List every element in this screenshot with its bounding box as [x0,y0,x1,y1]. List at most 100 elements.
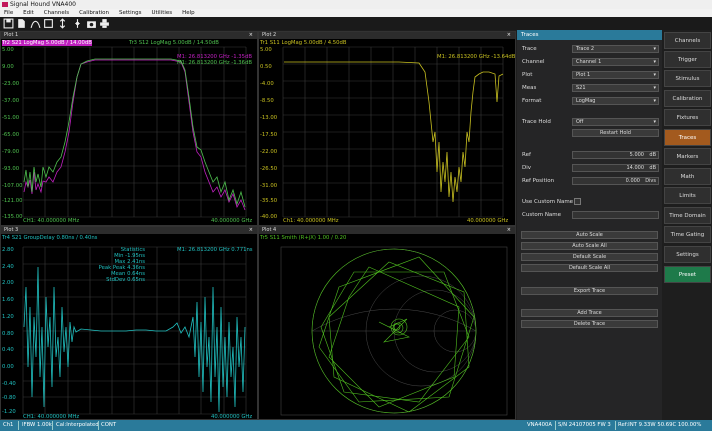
trace-4-line [23,266,246,413]
div-label: Div [522,165,532,171]
meas-field-label: Meas [522,85,537,91]
channel-field-label: Channel [522,59,545,65]
plot-1-ytick: -23.00 [2,81,20,87]
plot-3-stats-stddev: StdDev 0.65ns [106,277,145,283]
menu-edit[interactable]: Edit [19,9,38,17]
plot-1-start-freq: CH1: 40.000000 MHz [23,218,80,224]
sidebar-preset[interactable]: Preset [664,266,711,283]
chevron-down-icon: ▾ [653,59,656,65]
status-ifbw: IFBW 1.00k [22,422,52,428]
menu-help[interactable]: Help [178,9,199,17]
chevron-down-icon: ▾ [653,72,656,78]
plot-4-trace-label[interactable]: Tr5 S11 Smith (R+jX) 1.00 / 0.20 [260,235,346,241]
plot-1-ytick: -107.00 [2,183,23,189]
custom-name-input[interactable] [572,211,659,219]
delete-trace-button[interactable]: Delete Trace [521,320,658,328]
plot-1-trace2-label[interactable]: Tr2 S21 LogMag 5.00dB / 14.00dB [2,40,92,46]
plot-1-ytick: -135.00 [2,214,23,220]
traces-panel: Traces Trace Trace 2 ▾ Channel Channel 1 ▾… [517,30,662,420]
default-scale-button[interactable]: Default Scale [521,253,658,261]
sidebar-markers[interactable]: Markers [664,148,711,165]
channel-select[interactable]: Channel 1 ▾ [572,58,659,66]
plot-select[interactable]: Plot 1 ▾ [572,71,659,79]
sidebar-time-domain[interactable]: Time Domain [664,207,711,224]
ref-input[interactable]: 5.000 dB [572,151,659,159]
menu-bar: File Edit Channels Calibration Settings … [0,9,712,17]
custom-name-label: Custom Name [522,212,562,218]
status-cal: Cal:Interpolated [56,422,99,428]
sidebar-calibration[interactable]: Calibration [664,90,711,107]
plot-3-ytick: -1.20 [2,409,16,415]
camera-icon[interactable] [86,18,97,29]
menu-channels[interactable]: Channels [40,9,73,17]
sidebar-fixtures[interactable]: Fixtures [664,109,711,126]
plot-2[interactable]: Plot 2 × Tr1 S11 LogMag 5.00dB / 4.50dB M… [258,31,516,226]
plot-3-ytick: 1.20 [2,314,14,320]
menu-file[interactable]: File [0,9,17,17]
trace-2-line [23,59,246,211]
sidebar-trigger[interactable]: Trigger [664,51,711,68]
curve-icon[interactable] [30,18,41,29]
chevron-down-icon: ▾ [653,98,656,104]
plot-4[interactable]: Plot 4 × Tr5 S11 Smith (R+jX) 1.00 / 0.20 [258,226,516,420]
export-trace-button[interactable]: Export Trace [521,287,658,295]
auto-scale-all-button[interactable]: Auto Scale All [521,242,658,250]
trace-field-label: Trace [522,46,537,52]
meas-select[interactable]: S21 ▾ [572,84,659,92]
sidebar-channels[interactable]: Channels [664,32,711,49]
plot-1-ytick: -93.00 [2,166,20,172]
default-scale-all-button[interactable]: Default Scale All [521,264,658,272]
plot-1-ytick: -79.00 [2,149,20,155]
marker-icon[interactable] [57,18,68,29]
sidebar-math[interactable]: Math [664,168,711,185]
traces-panel-title: Traces [517,30,662,40]
plot-2-ytick: -4.00 [260,81,274,87]
sidebar-settings[interactable]: Settings [664,246,711,263]
menu-calibration[interactable]: Calibration [75,9,113,17]
plot-1-ytick: 9.00 [2,64,14,70]
plot-2-ytick: 5.00 [260,47,272,53]
plot-1-marker-2: M1: 26.813200 GHz -1.36dB [177,60,252,66]
use-custom-name-checkbox[interactable] [574,198,581,205]
plot-2-ytick: -26.50 [260,166,278,172]
plot-2-stop-freq: 40.000000 GHz [467,218,509,224]
ref-position-input[interactable]: 0.000 Divs [572,177,659,185]
move-icon[interactable] [72,18,83,29]
menu-utilities[interactable]: Utilities [147,9,176,17]
print-icon[interactable] [99,18,110,29]
status-channel: Ch1 [3,422,14,428]
ref-position-label: Ref Position [522,178,555,184]
plot-2-ytick: -40.00 [260,214,278,220]
div-input[interactable]: 14.000 dB [572,164,659,172]
chevron-down-icon: ▾ [653,85,656,91]
menu-settings[interactable]: Settings [115,9,146,17]
restart-hold-button[interactable]: Restart Hold [572,129,659,137]
plot-3[interactable]: Plot 3 × Tr4 S21 GroupDelay 0.80ns / 0.40… [0,226,258,420]
square-icon[interactable] [43,18,54,29]
format-select[interactable]: LogMag ▾ [572,97,659,105]
plot-3-ytick: -0.80 [2,395,16,401]
plot-1-trace3-label[interactable]: Tr3 S12 LogMag 5.00dB / 14.50dB [129,40,219,46]
plot-3-ytick: 0.80 [2,331,14,337]
sidebar-time-gating[interactable]: Time Gating [664,226,711,243]
plot-1-ytick: -51.00 [2,115,20,121]
plot-3-ytick: 0.40 [2,347,14,353]
format-field-label: Format [522,98,542,104]
status-ref: Ref:INT 9.33W 50.69C 100.00% [618,422,702,428]
plot-3-ytick: 2.40 [2,264,14,270]
sidebar-stimulus[interactable]: Stimulus [664,70,711,87]
plot-1[interactable]: Plot 1 × Tr2 S21 LogMag 5.00dB / 14.00dB … [0,31,258,226]
save-icon[interactable] [3,18,14,29]
trace-hold-select[interactable]: Off ▾ [572,118,659,126]
sidebar-traces[interactable]: Traces [664,129,711,146]
plot-2-trace-label[interactable]: Tr1 S11 LogMag 5.00dB / 4.50dB [260,40,347,46]
auto-scale-button[interactable]: Auto Scale [521,231,658,239]
sidebar-limits[interactable]: Limits [664,187,711,204]
chevron-down-icon: ▾ [653,119,656,125]
trace-select[interactable]: Trace 2 ▾ [572,45,659,53]
add-trace-button[interactable]: Add Trace [521,309,658,317]
plot-2-graph [282,46,504,218]
plot-3-trace-label[interactable]: Tr4 S21 GroupDelay 0.80ns / 0.40ns [2,235,97,241]
plot-1-ytick: -121.00 [2,198,23,204]
document-icon[interactable] [16,18,27,29]
